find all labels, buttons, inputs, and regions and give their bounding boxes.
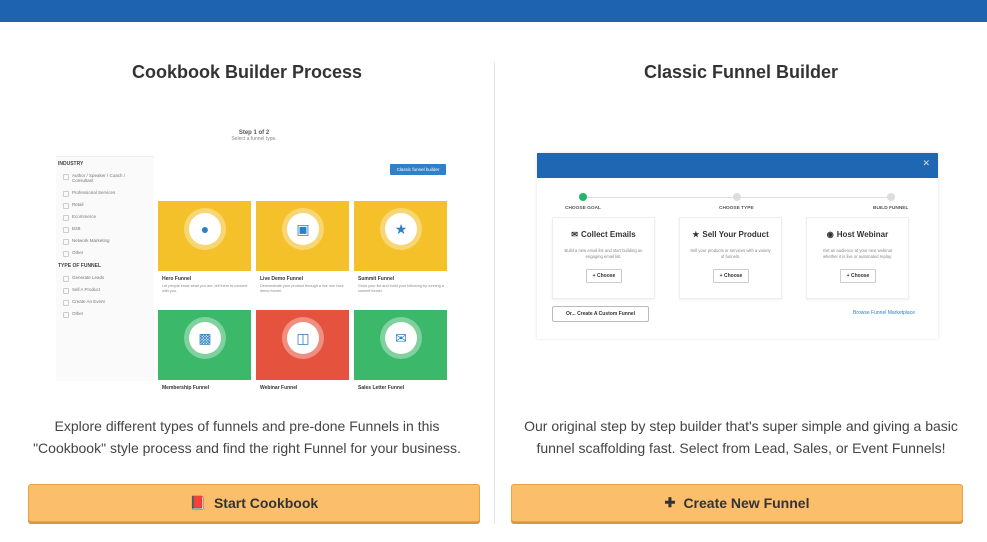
- plus-icon: ✚: [664, 495, 676, 510]
- membership-icon: ▩: [189, 322, 221, 354]
- filter-option: Author / Speaker / Coach / Consultant: [63, 173, 130, 183]
- funnel-tile-sales-letter: ✉: [354, 310, 447, 380]
- stage-label: CHOOSE TYPE: [719, 206, 754, 211]
- goal-card-sell-product: ★ Sell Your Product Sell your products or…: [679, 217, 782, 299]
- filter-option: B2B: [63, 226, 81, 233]
- start-cookbook-label: Start Cookbook: [213, 495, 319, 511]
- summit-icon: ★: [385, 213, 417, 245]
- cookbook-title: Cookbook Builder Process: [131, 62, 363, 82]
- cart-icon: ★: [692, 230, 700, 239]
- description-line: "Cookbook" style process and find the ri…: [33, 440, 461, 456]
- type-heading: TYPE OF FUNNEL: [58, 263, 102, 269]
- funnel-tile-summit: ★: [354, 201, 447, 271]
- description-line: funnel scaffolding fast. Select from Lea…: [536, 440, 946, 456]
- tile-description: Demonstrate your product through a live …: [260, 284, 344, 293]
- top-bar: [0, 0, 987, 22]
- tile-label: Summit Funnel: [358, 276, 395, 282]
- choose-button: + Choose: [840, 269, 876, 283]
- industry-heading: INDUSTRY: [58, 161, 84, 167]
- webinar-icon: ◉: [826, 230, 834, 239]
- card-description: Build a new email list and start buildin…: [564, 248, 643, 259]
- filter-option: Create An Event: [63, 299, 105, 306]
- email-icon: ✉: [571, 230, 578, 239]
- close-icon: ✕: [922, 158, 930, 168]
- filter-option: Sell A Product: [62, 287, 101, 294]
- cookbook-description: Explore different types of funnels and p…: [0, 415, 494, 459]
- book-icon: 📕: [189, 495, 206, 510]
- filter-option: Ecommerce: [62, 214, 97, 221]
- filter-option: Generate Leads: [62, 275, 105, 282]
- filter-option: Other: [62, 250, 84, 257]
- filter-option: Network Marketing: [63, 238, 110, 245]
- card-title: Collect Emails: [581, 230, 636, 239]
- tile-label: Webinar Funnel: [260, 385, 298, 391]
- funnel-tile-live-demo: ▣: [256, 201, 349, 271]
- choose-label: Choose: [596, 273, 616, 279]
- funnel-tile-hero: ●: [158, 201, 251, 271]
- filter-option: Other: [62, 311, 84, 318]
- hero-icon: ●: [189, 213, 221, 245]
- letter-icon: ✉: [385, 322, 417, 354]
- description-line: Explore different types of funnels and p…: [54, 418, 440, 434]
- step-dot: [733, 193, 741, 201]
- stage-label: CHOOSE GOAL: [565, 206, 601, 211]
- tile-label: Hero Funnel: [162, 276, 192, 282]
- description-line: Our original step by step builder that's…: [524, 418, 958, 434]
- step-dot-active: [579, 193, 587, 201]
- card-title: Sell Your Product: [702, 230, 769, 239]
- card-title: Host Webinar: [836, 230, 889, 239]
- start-cookbook-button[interactable]: 📕 Start Cookbook: [28, 484, 480, 522]
- custom-funnel-button: Or... Create A Custom Funnel: [552, 306, 649, 322]
- filter-option: Retail: [63, 202, 84, 209]
- choose-button: + Choose: [713, 269, 749, 283]
- tile-label: Sales Letter Funnel: [358, 385, 405, 391]
- cookbook-preview-image: Step 1 of 2 Select a funnel type. INDUST…: [56, 130, 452, 391]
- tile-description: Grow your list and build your following …: [358, 284, 444, 293]
- classic-preview-image: ✕ CHOOSE GOAL CHOOSE TYPE BUILD FUNNEL ✉…: [537, 153, 938, 339]
- goal-card-collect-emails: ✉ Collect Emails Build a new email list a…: [552, 217, 655, 299]
- create-new-funnel-button[interactable]: ✚ Create New Funnel: [511, 484, 963, 522]
- choose-label: Choose: [723, 273, 743, 279]
- funnel-tile-membership: ▩: [158, 310, 251, 380]
- tile-description: Let people know what you are, tell them …: [162, 284, 248, 293]
- filter-option: Professional Services: [62, 190, 116, 197]
- cookbook-step-header: Step 1 of 2 Select a funnel type.: [56, 130, 452, 142]
- demo-icon: ▣: [287, 213, 319, 245]
- step-dot: [887, 193, 895, 201]
- cookbook-filter-sidebar: INDUSTRY Author / Speaker / Coach / Cons…: [56, 156, 154, 381]
- browse-marketplace-link: Browse Funnel Marketplace: [853, 310, 915, 316]
- modal-header-bar: ✕: [537, 153, 938, 178]
- create-new-funnel-label: Create New Funnel: [683, 495, 810, 511]
- tile-label: Membership Funnel: [162, 385, 210, 391]
- goal-card-host-webinar: ◉ Host Webinar Get an audience at your ne…: [806, 217, 909, 299]
- tile-label: Live Demo Funnel: [260, 276, 304, 282]
- card-description: Get an audience at your next webinar whe…: [822, 248, 893, 259]
- card-description: Sell your products or services with a va…: [690, 248, 771, 259]
- choose-button: + Choose: [586, 269, 622, 283]
- funnel-tile-webinar: ◫: [256, 310, 349, 380]
- classic-title: Classic Funnel Builder: [643, 62, 839, 82]
- classic-description: Our original step by step builder that's…: [495, 415, 987, 459]
- choose-label: Choose: [850, 273, 870, 279]
- classic-builder-button: Classic funnel builder: [390, 164, 446, 175]
- step-subtitle: Select a funnel type.: [231, 136, 277, 142]
- stage-label: BUILD FUNNEL: [873, 206, 909, 211]
- webinar-icon: ◫: [287, 322, 319, 354]
